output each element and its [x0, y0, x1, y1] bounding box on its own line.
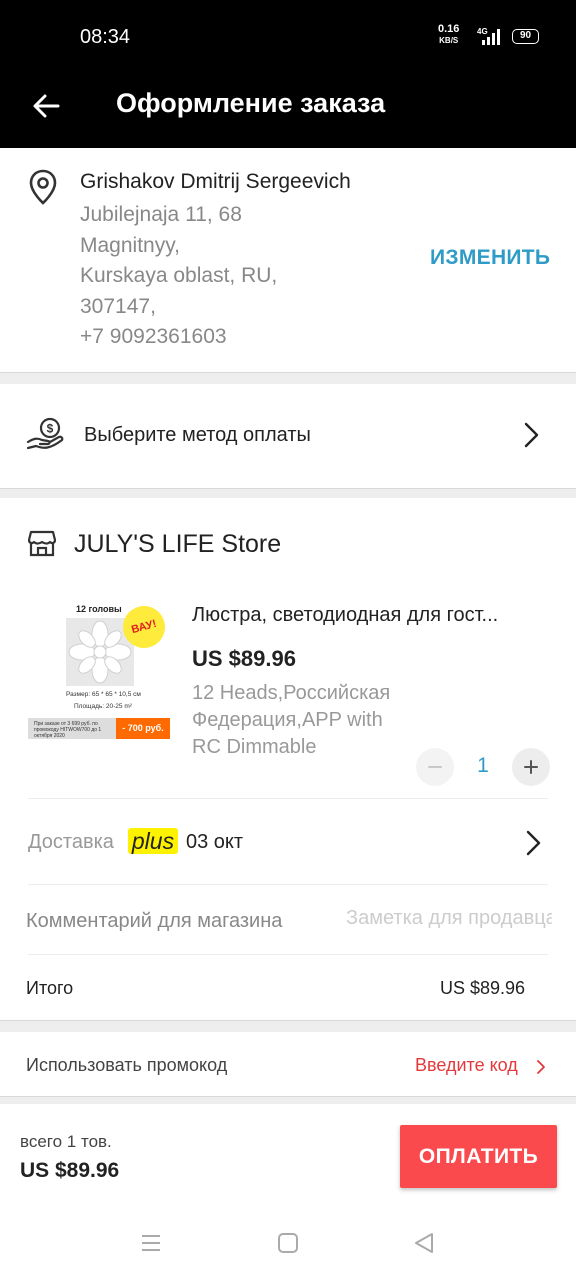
plus-icon [524, 760, 538, 774]
battery-icon: 90 [512, 29, 539, 44]
storefront-icon [28, 530, 56, 557]
comment-label: Комментарий для магазина [26, 910, 283, 932]
address-lines: Jubilejnaja 11, 68 Magnitnyy, Kurskaya o… [80, 200, 277, 353]
total-value: US $89.96 [440, 978, 526, 998]
hand-coin-icon: $ [26, 417, 64, 450]
payment-method-row[interactable]: $ Выберите метод оплаты [0, 384, 576, 488]
checkout-total: US $89.96 [20, 1159, 120, 1182]
menu-icon[interactable] [140, 1232, 162, 1254]
app-bar: Оформление заказа [0, 72, 576, 148]
delivery-label: Доставка [28, 831, 114, 853]
phone-number: +7 9092361603 [80, 325, 227, 349]
change-address-button[interactable]: ИЗМЕНИТЬ [430, 246, 550, 270]
store-section: JULY'S LIFE Store 12 головы ВАУ! Размер:… [0, 498, 576, 1020]
pay-button[interactable]: ОПЛАТИТЬ [400, 1125, 557, 1188]
item-count: всего 1 тов. [20, 1132, 112, 1151]
image-discount: - 700 руб. [116, 718, 170, 739]
quantity-value: 1 [477, 754, 489, 777]
svg-text:$: $ [47, 422, 54, 436]
section-divider [0, 488, 576, 498]
product-image[interactable]: 12 головы ВАУ! Размер: 65 * 65 * 10,5 см… [28, 600, 173, 745]
plus-badge: plus [128, 828, 178, 854]
checkout-bar: всего 1 тов. US $89.96 ОПЛАТИТЬ [0, 1104, 576, 1204]
system-nav-bar [0, 1204, 576, 1280]
payment-method-label: Выберите метод оплаты [84, 424, 311, 446]
status-time: 08:34 [80, 26, 131, 48]
page-title: Оформление заказа [116, 88, 386, 118]
quantity-increase-button[interactable] [512, 748, 550, 786]
image-promo-text: При заказе от 3 699 руб. по промокоду HI… [28, 718, 116, 739]
quantity-decrease-button[interactable] [416, 748, 454, 786]
product-variant: 12 Heads,Российская Федерация,APP with R… [192, 682, 391, 758]
minus-icon [428, 766, 442, 768]
store-name[interactable]: JULY'S LIFE Store [74, 530, 281, 559]
divider [28, 798, 548, 799]
location-pin-icon [29, 169, 57, 205]
product-title[interactable]: Люстра, светодиодная для гост... [192, 604, 552, 627]
chevron-right-icon [537, 1060, 545, 1074]
chevron-right-icon [526, 830, 541, 856]
divider [28, 954, 548, 955]
promo-code-row[interactable]: Использовать промокод Введите код [0, 1032, 576, 1096]
section-divider [0, 1020, 576, 1032]
chevron-right-icon [524, 422, 539, 448]
section-divider [0, 1096, 576, 1104]
delivery-date: 03 окт [186, 831, 244, 853]
recipient-name: Grishakov Dmitrij Sergeevich [80, 170, 351, 193]
product-price: US $89.96 [192, 646, 296, 671]
home-icon[interactable] [277, 1232, 299, 1254]
arrow-left-icon[interactable] [28, 88, 64, 124]
comment-input[interactable] [346, 907, 552, 930]
enter-code-link[interactable]: Введите код [415, 1055, 518, 1076]
status-bar: 08:34 0.16 KB/S 4G 90 [0, 0, 576, 72]
divider [28, 884, 548, 885]
section-divider [0, 372, 576, 384]
back-triangle-icon[interactable] [413, 1232, 435, 1254]
promo-code-label: Использовать промокод [26, 1055, 228, 1075]
address-section: Grishakov Dmitrij Sergeevich Jubilejnaja… [0, 150, 576, 372]
signal-icon [482, 29, 500, 45]
total-label: Итого [26, 978, 74, 998]
network-speed: 0.16 KB/S [438, 23, 460, 46]
